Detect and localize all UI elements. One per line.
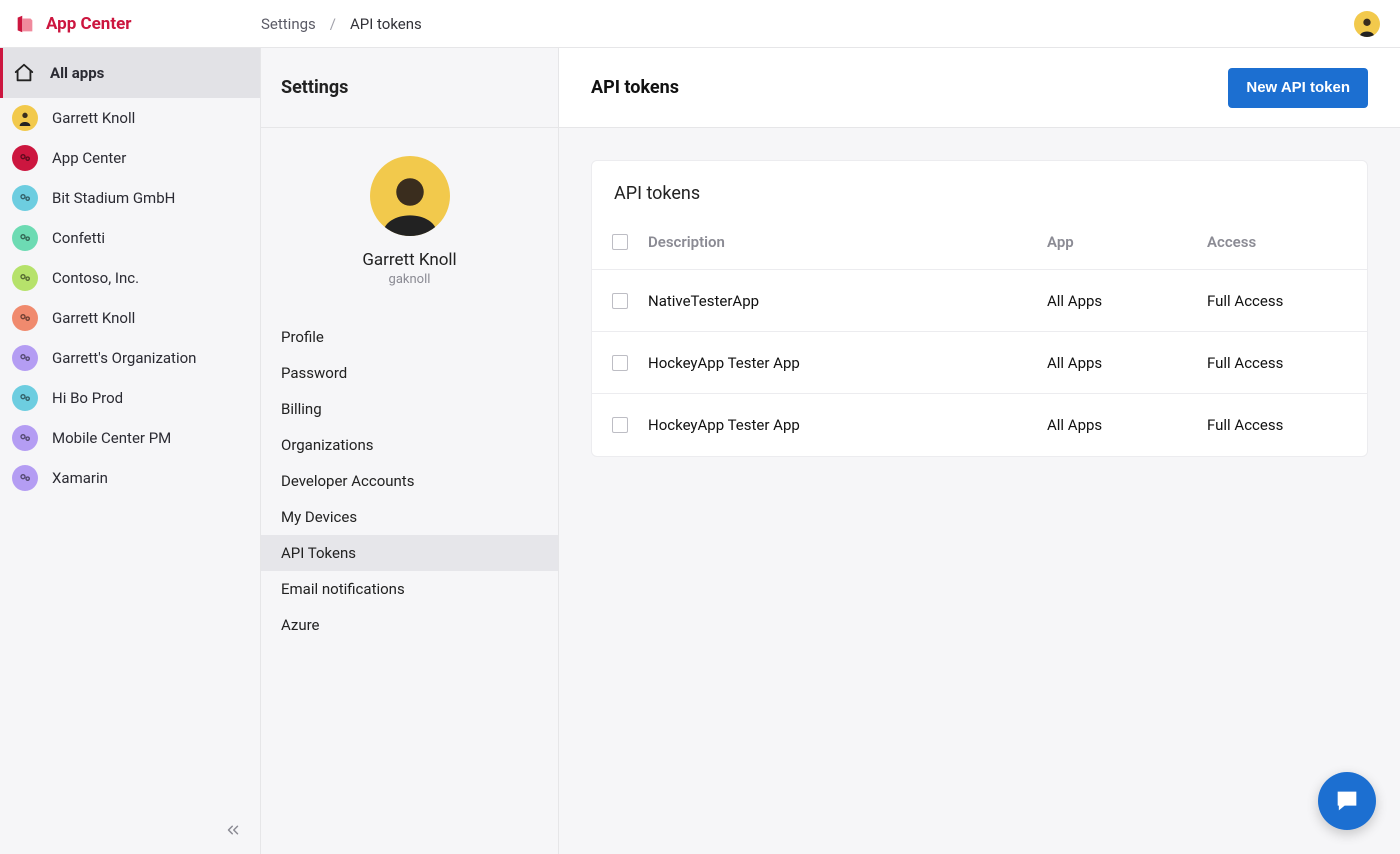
help-chat-button[interactable] — [1318, 772, 1376, 830]
profile-username: gaknoll — [389, 272, 431, 287]
row-checkbox[interactable] — [612, 417, 628, 433]
rail-item-label: Contoso, Inc. — [52, 269, 139, 287]
chat-icon — [1333, 787, 1361, 815]
tokens-card: API tokens Description App Access Native… — [591, 160, 1368, 457]
org-icon — [12, 265, 38, 291]
person-icon — [1356, 15, 1378, 37]
org-icon — [12, 465, 38, 491]
profile-name: Garrett Knoll — [362, 250, 456, 270]
settings-nav-item[interactable]: Billing — [261, 391, 558, 427]
cell-description: HockeyApp Tester App — [648, 354, 1047, 372]
settings-sidebar: Settings Garrett Knoll gaknoll ProfilePa… — [261, 48, 559, 854]
rail-item-label: Confetti — [52, 229, 105, 247]
main-pane: API tokens New API token API tokens Desc… — [559, 48, 1400, 854]
rail-item-label: Garrett's Organization — [52, 349, 196, 367]
apps-rail: All apps Garrett Knoll App Center Bit Stad… — [0, 48, 261, 854]
profile-card: Garrett Knoll gaknoll — [261, 128, 558, 305]
appcenter-logo-icon — [14, 13, 36, 35]
rail-item[interactable]: App Center — [0, 138, 260, 178]
org-icon — [12, 425, 38, 451]
chevron-double-left-icon — [224, 821, 242, 839]
table-row[interactable]: HockeyApp Tester AppAll AppsFull Access — [592, 332, 1367, 394]
cell-app: All Apps — [1047, 292, 1207, 310]
col-description: Description — [648, 233, 1047, 251]
select-all-checkbox[interactable] — [612, 234, 628, 250]
rail-all-apps-label: All apps — [50, 64, 104, 82]
cell-access: Full Access — [1207, 292, 1367, 310]
rail-item-label: Xamarin — [52, 469, 108, 487]
org-icon — [12, 225, 38, 251]
page-title: API tokens — [591, 77, 1228, 98]
cell-access: Full Access — [1207, 416, 1367, 434]
content-body: API tokens Description App Access Native… — [559, 128, 1400, 489]
table-row[interactable]: HockeyApp Tester AppAll AppsFull Access — [592, 394, 1367, 456]
col-access: Access — [1207, 233, 1367, 251]
brand[interactable]: App Center — [0, 0, 261, 47]
rail-item[interactable]: Mobile Center PM — [0, 418, 260, 458]
org-icon — [12, 345, 38, 371]
tokens-card-title: API tokens — [592, 161, 1367, 214]
settings-title: Settings — [281, 77, 348, 98]
rail-item[interactable]: Garrett Knoll — [0, 98, 260, 138]
user-avatar-icon — [12, 105, 38, 131]
settings-nav-item[interactable]: Profile — [261, 319, 558, 355]
rail-item[interactable]: Garrett Knoll — [0, 298, 260, 338]
settings-nav-item[interactable]: Organizations — [261, 427, 558, 463]
rail-item[interactable]: Hi Bo Prod — [0, 378, 260, 418]
rail-collapse[interactable] — [0, 806, 260, 854]
topbar: App Center Settings / API tokens — [0, 0, 1400, 48]
cell-access: Full Access — [1207, 354, 1367, 372]
rail-item[interactable]: Bit Stadium GmbH — [0, 178, 260, 218]
cell-app: All Apps — [1047, 416, 1207, 434]
cell-app: All Apps — [1047, 354, 1207, 372]
col-app: App — [1047, 233, 1207, 251]
org-icon — [12, 185, 38, 211]
rail-item-label: Garrett Knoll — [52, 109, 135, 127]
current-user-avatar[interactable] — [1354, 11, 1380, 37]
rail-item[interactable]: Contoso, Inc. — [0, 258, 260, 298]
main-header: API tokens New API token — [559, 48, 1400, 128]
person-icon — [377, 170, 443, 236]
table-row[interactable]: NativeTesterAppAll AppsFull Access — [592, 270, 1367, 332]
rail-all-apps[interactable]: All apps — [0, 48, 260, 98]
settings-header: Settings — [261, 48, 558, 128]
breadcrumb-separator: / — [330, 15, 336, 33]
cell-description: HockeyApp Tester App — [648, 416, 1047, 434]
org-icon — [12, 305, 38, 331]
new-api-token-button[interactable]: New API token — [1228, 68, 1368, 108]
brand-name: App Center — [46, 14, 132, 34]
breadcrumb-root[interactable]: Settings — [261, 15, 316, 33]
org-icon — [12, 385, 38, 411]
settings-nav-item[interactable]: Developer Accounts — [261, 463, 558, 499]
settings-nav-item[interactable]: My Devices — [261, 499, 558, 535]
settings-nav-item[interactable]: Email notifications — [261, 571, 558, 607]
cell-description: NativeTesterApp — [648, 292, 1047, 310]
rail-item-label: Garrett Knoll — [52, 309, 135, 327]
rail-item-label: Hi Bo Prod — [52, 389, 123, 407]
home-icon — [12, 61, 36, 85]
rail-item[interactable]: Garrett's Organization — [0, 338, 260, 378]
rail-item[interactable]: Confetti — [0, 218, 260, 258]
settings-nav: ProfilePasswordBillingOrganizationsDevel… — [261, 305, 558, 643]
settings-nav-item[interactable]: Password — [261, 355, 558, 391]
tokens-table-header: Description App Access — [592, 214, 1367, 270]
row-checkbox[interactable] — [612, 293, 628, 309]
rail-item[interactable]: Xamarin — [0, 458, 260, 498]
rail-item-label: Bit Stadium GmbH — [52, 189, 175, 207]
breadcrumb: Settings / API tokens — [261, 15, 422, 33]
row-checkbox[interactable] — [612, 355, 628, 371]
profile-avatar — [370, 156, 450, 236]
rail-item-label: Mobile Center PM — [52, 429, 171, 447]
org-icon — [12, 145, 38, 171]
settings-nav-item[interactable]: API Tokens — [261, 535, 558, 571]
settings-nav-item[interactable]: Azure — [261, 607, 558, 643]
breadcrumb-current: API tokens — [350, 15, 422, 33]
rail-item-label: App Center — [52, 149, 126, 167]
